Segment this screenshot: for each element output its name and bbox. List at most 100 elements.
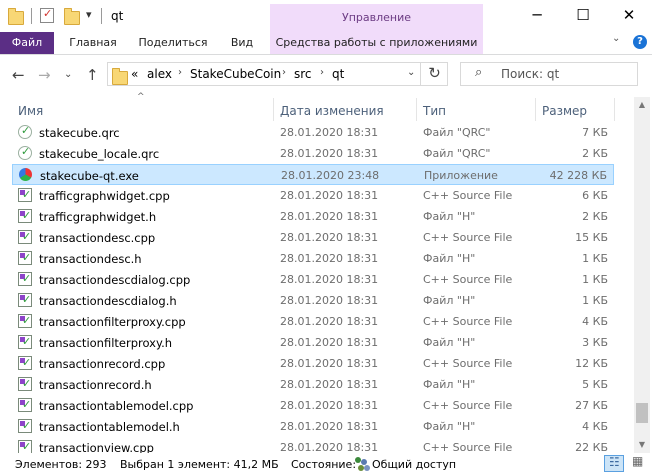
column-date-modified[interactable]: Дата изменения (280, 104, 384, 118)
breadcrumb-separator[interactable]: › (178, 67, 182, 78)
tab-application-tools[interactable]: Средства работы с приложениями (270, 32, 483, 54)
breadcrumb-src[interactable]: src (294, 67, 312, 81)
tab-share[interactable]: Поделиться (134, 32, 212, 54)
quick-access-dropdown-icon[interactable]: ▾ (86, 8, 92, 21)
file-date-modified: 28.01.2020 18:31 (280, 315, 379, 328)
help-icon[interactable]: ? (633, 35, 647, 49)
tab-view[interactable]: Вид (224, 32, 260, 54)
file-size: 2 КБ (582, 147, 608, 160)
new-folder-icon[interactable] (64, 8, 80, 25)
file-date-modified: 28.01.2020 18:31 (280, 336, 379, 349)
file-size: 1 КБ (582, 273, 608, 286)
scroll-down-icon[interactable]: ▼ (634, 437, 650, 453)
context-tab-header: Управление (270, 4, 483, 32)
large-icons-view-icon[interactable] (628, 454, 648, 472)
breadcrumb-overflow[interactable]: « (131, 67, 138, 81)
file-row[interactable]: transactiondescdialog.cpp 28.01.2020 18:3… (12, 269, 614, 290)
file-name: transactiondescdialog.cpp (39, 273, 191, 287)
breadcrumb-stakecubecoin[interactable]: StakeCubeCoin (190, 67, 281, 81)
file-row[interactable]: transactiontablemodel.cpp 28.01.2020 18:3… (12, 395, 614, 416)
file-date-modified: 28.01.2020 18:31 (280, 273, 379, 286)
breadcrumb-qt[interactable]: qt (332, 67, 344, 81)
ribbon-tabs: Файл Главная Поделиться Вид Средства раб… (0, 32, 652, 55)
selection-info: Выбран 1 элемент: 41,2 МБ (120, 458, 279, 471)
file-type: Файл "H" (423, 210, 476, 223)
file-row[interactable]: stakecube.qrc 28.01.2020 18:31 Файл "QRC" 7… (12, 122, 614, 143)
file-type: Файл "H" (423, 252, 476, 265)
refresh-button[interactable]: ↻ (420, 62, 448, 86)
window-title: qt (111, 9, 124, 23)
file-row[interactable]: stakecube_locale.qrc 28.01.2020 18:31 Файл… (12, 143, 614, 164)
file-name: transactionrecord.cpp (39, 357, 166, 371)
file-type: Файл "H" (423, 294, 476, 307)
maximize-button[interactable]: ☐ (560, 0, 606, 32)
column-divider[interactable] (416, 98, 417, 121)
file-date-modified: 28.01.2020 18:31 (280, 126, 379, 139)
file-size: 12 КБ (575, 357, 608, 370)
file-type: C++ Source File (423, 273, 513, 286)
source-file-icon (18, 209, 32, 223)
file-row[interactable]: transactionrecord.cpp 28.01.2020 18:31 C++… (12, 353, 614, 374)
tab-file[interactable]: Файл (0, 32, 54, 54)
back-arrow-icon[interactable]: ← (12, 66, 25, 84)
file-size: 2 КБ (582, 210, 608, 223)
file-name: stakecube-qt.exe (40, 169, 139, 183)
file-date-modified: 28.01.2020 18:31 (280, 294, 379, 307)
file-name: transactiondesc.cpp (39, 231, 156, 245)
file-name: transactiontablemodel.cpp (39, 399, 194, 413)
minimize-button[interactable]: ─ (514, 0, 560, 32)
ribbon-collapse-icon[interactable]: ⌄ (612, 33, 620, 44)
file-name: trafficgraphwidget.cpp (39, 189, 170, 203)
source-file-icon (18, 293, 32, 307)
file-row[interactable]: transactionfilterproxy.h 28.01.2020 18:31… (12, 332, 614, 353)
breadcrumb-separator[interactable]: › (282, 67, 286, 78)
file-type: Файл "QRC" (423, 147, 491, 160)
file-row[interactable]: trafficgraphwidget.h 28.01.2020 18:31 Файл… (12, 206, 614, 227)
address-dropdown-icon[interactable]: ⌄ (407, 67, 415, 78)
properties-icon[interactable]: ✓ (40, 7, 54, 23)
forward-arrow-icon[interactable]: → (38, 66, 51, 84)
folder-icon[interactable] (8, 8, 24, 25)
file-row[interactable]: transactiondesc.cpp 28.01.2020 18:31 C++ S… (12, 227, 614, 248)
file-type: C++ Source File (423, 231, 513, 244)
file-date-modified: 28.01.2020 18:31 (280, 189, 379, 202)
tab-home[interactable]: Главная (62, 32, 124, 54)
file-date-modified: 28.01.2020 18:31 (280, 399, 379, 412)
file-row[interactable]: transactiontablemodel.h 28.01.2020 18:31 Ф… (12, 416, 614, 437)
details-view-icon[interactable] (604, 455, 624, 472)
file-date-modified: 28.01.2020 18:31 (280, 147, 379, 160)
share-status: Общий доступ (372, 458, 457, 471)
file-row[interactable]: transactiondescdialog.h 28.01.2020 18:31 Ф… (12, 290, 614, 311)
file-row[interactable]: stakecube-qt.exe 28.01.2020 23:48 Приложен… (12, 164, 614, 185)
application-icon (19, 168, 32, 181)
source-file-icon (18, 419, 32, 433)
column-name[interactable]: Имя (18, 104, 43, 118)
file-row[interactable]: transactionrecord.h 28.01.2020 18:31 Файл … (12, 374, 614, 395)
column-size[interactable]: Размер (542, 104, 587, 118)
up-arrow-icon[interactable]: ↑ (86, 66, 99, 84)
close-button[interactable]: ✕ (606, 0, 652, 32)
file-type: C++ Source File (423, 315, 513, 328)
scroll-thumb[interactable] (636, 403, 648, 423)
file-size: 27 КБ (575, 399, 608, 412)
file-name: stakecube_locale.qrc (39, 147, 160, 161)
file-size: 42 228 КБ (549, 169, 607, 182)
breadcrumb-separator[interactable]: › (320, 67, 324, 78)
file-row[interactable]: trafficgraphwidget.cpp 28.01.2020 18:31 C+… (12, 185, 614, 206)
vertical-scrollbar[interactable] (634, 97, 650, 453)
column-divider[interactable] (535, 98, 536, 121)
file-name: trafficgraphwidget.h (39, 210, 157, 224)
column-type[interactable]: Тип (423, 104, 446, 118)
column-divider[interactable] (273, 98, 274, 121)
file-date-modified: 28.01.2020 18:31 (280, 357, 379, 370)
file-size: 1 КБ (582, 294, 608, 307)
file-name: transactiondescdialog.h (39, 294, 177, 308)
column-divider[interactable] (614, 98, 615, 121)
scroll-up-icon[interactable]: ▲ (634, 97, 650, 113)
file-row[interactable]: transactiondesc.h 28.01.2020 18:31 Файл "H… (12, 248, 614, 269)
breadcrumb-alex[interactable]: alex (147, 67, 172, 81)
file-row[interactable]: transactionfilterproxy.cpp 28.01.2020 18:… (12, 311, 614, 332)
file-size: 1 КБ (582, 252, 608, 265)
item-count: Элементов: 293 (15, 458, 107, 471)
recent-locations-icon[interactable]: ⌄ (64, 69, 72, 80)
